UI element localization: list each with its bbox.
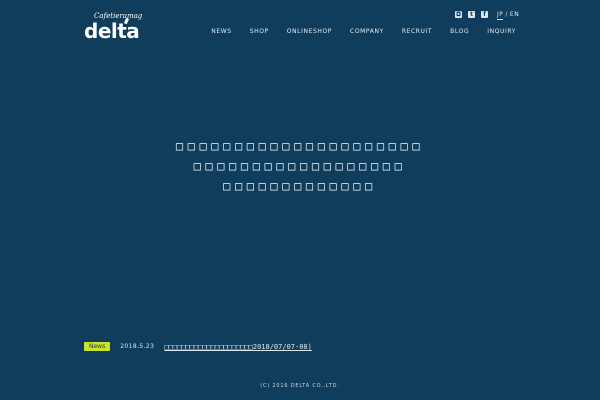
nav-company[interactable]: COMPANY — [350, 28, 384, 35]
news-badge: News — [84, 342, 111, 351]
news-title-link[interactable]: □□□□□□□□□□□□□□□□□□□□□2018/07/07-08) — [164, 343, 312, 351]
hero-message: □□□□□□□□□□□□□□□□□□□□□ □□□□□□□□□□□□□□□□□□… — [0, 136, 600, 196]
instagram-icon[interactable]: ◘ — [455, 11, 462, 18]
nav-news[interactable]: NEWS — [211, 28, 231, 35]
copyright: (C) 2016 DELTA CO.,LTD. — [260, 383, 340, 389]
nav-blog[interactable]: BLOG — [450, 28, 469, 35]
logo-wordmark: delta — [84, 19, 140, 43]
language-switcher: JP / EN — [497, 11, 519, 20]
hero-line-1: □□□□□□□□□□□□□□□□□□□□□ — [175, 139, 425, 153]
nav-inquiry[interactable]: INQUIRY — [487, 28, 516, 35]
nav-onlineshop[interactable]: ONLINESHOP — [287, 28, 332, 35]
social-links: ◘ t f — [455, 11, 488, 18]
news-date: 2018.5.23 — [120, 343, 155, 350]
hero-line-2: □□□□□□□□□□□□□□□□□□ — [193, 159, 407, 173]
facebook-icon[interactable]: f — [481, 11, 488, 18]
nav-shop[interactable]: SHOP — [250, 28, 269, 35]
main-nav: NEWS SHOP ONLINESHOP COMPANY RECRUIT BLO… — [211, 28, 516, 35]
nav-recruit[interactable]: RECRUIT — [402, 28, 432, 35]
brand-logo[interactable]: Cafetieramag delta — [84, 12, 142, 43]
hero-line-3: □□□□□□□□□□□□□ — [223, 179, 377, 193]
twitter-icon[interactable]: t — [468, 11, 475, 18]
lang-jp-link[interactable]: JP — [497, 11, 504, 20]
site-header: Cafetieramag delta ◘ t f JP / EN NEWS SH… — [0, 0, 600, 50]
lang-separator: / — [505, 11, 508, 18]
lang-en-link[interactable]: EN — [510, 11, 519, 20]
news-ticker: News 2018.5.23 □□□□□□□□□□□□□□□□□□□□□2018… — [84, 342, 312, 351]
